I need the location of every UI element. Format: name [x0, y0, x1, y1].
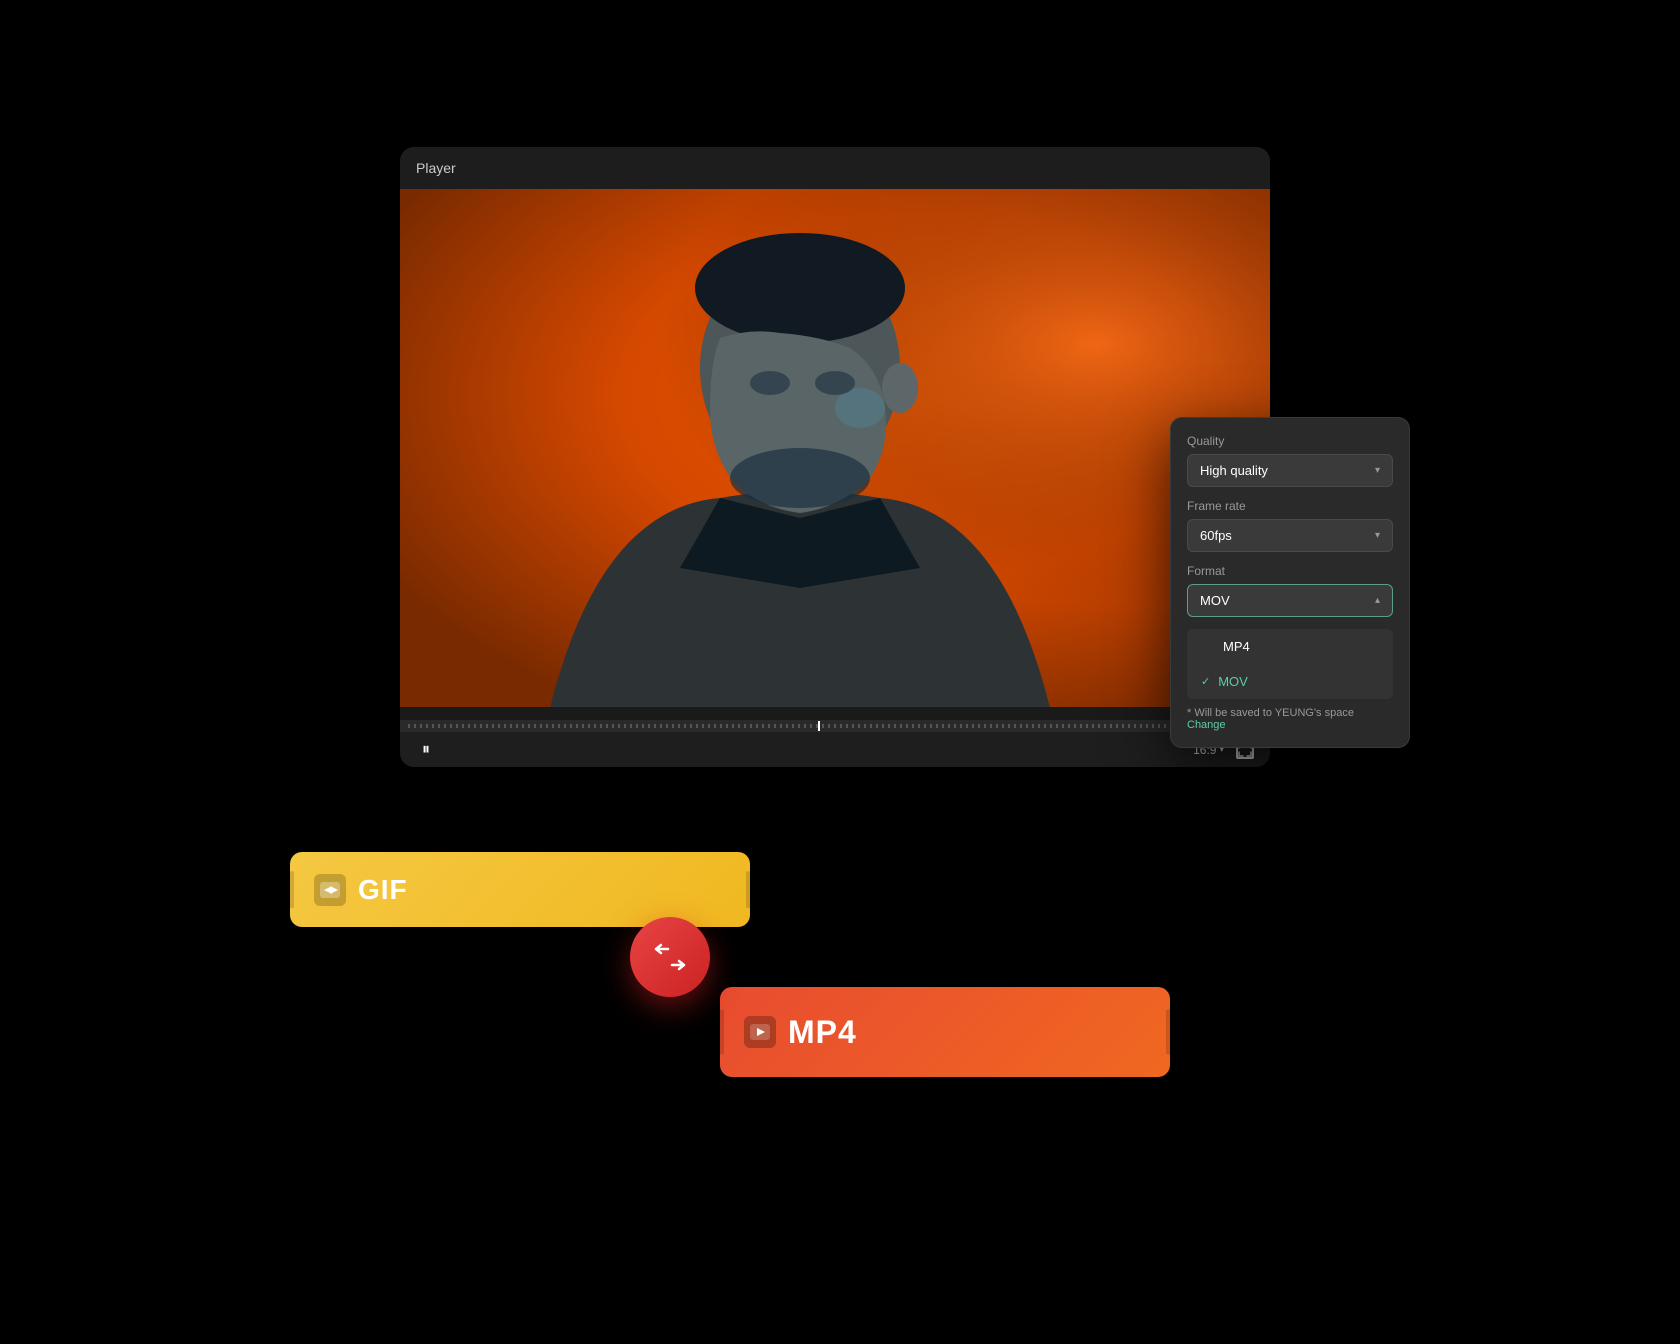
player-title: Player — [416, 160, 456, 176]
quality-chevron-icon: ▾ — [1375, 465, 1380, 476]
convert-button[interactable] — [630, 917, 710, 997]
mp4-badge[interactable]: MP4 — [720, 987, 1170, 1077]
video-content — [400, 189, 1270, 707]
settings-note: * Will be saved to YEUNG's space Change — [1187, 707, 1393, 731]
mp4-label: MP4 — [788, 1014, 857, 1051]
format-chevron-icon: ▴ — [1375, 595, 1380, 606]
pause-button[interactable]: ⏸ — [416, 740, 436, 760]
format-option-mp4[interactable]: MP4 — [1187, 629, 1393, 664]
framerate-chevron-icon: ▾ — [1375, 530, 1380, 541]
framerate-value: 60fps — [1200, 528, 1232, 543]
format-value: MOV — [1200, 593, 1230, 608]
mp4-badge-accent-left — [720, 1010, 724, 1055]
timeline-track[interactable] — [408, 724, 1262, 728]
gif-icon-box — [314, 874, 346, 906]
note-text: * Will be saved to YEUNG's space — [1187, 707, 1354, 719]
player-video — [400, 189, 1270, 707]
quality-dropdown[interactable]: High quality ▾ — [1187, 454, 1393, 487]
settings-panel: Quality High quality ▾ Frame rate 60fps … — [1170, 417, 1410, 748]
mp4-icon-box — [744, 1016, 776, 1048]
player-titlebar: Player — [400, 147, 1270, 189]
framerate-label: Frame rate — [1187, 499, 1393, 513]
quality-label: Quality — [1187, 434, 1393, 448]
gif-badge-accent-right — [746, 871, 750, 909]
format-option-mov[interactable]: ✓ MOV — [1187, 664, 1393, 699]
gif-arrow-icon — [320, 882, 340, 898]
player-controls: ⏸ 16:9 ▾ — [400, 732, 1270, 767]
timeline-indicator — [818, 721, 820, 731]
mov-check-icon: ✓ — [1201, 675, 1210, 688]
mp4-badge-accent-right — [1166, 1010, 1170, 1055]
format-dropdown[interactable]: MOV ▴ — [1187, 584, 1393, 617]
player-timeline[interactable] — [400, 720, 1270, 732]
framerate-dropdown[interactable]: 60fps ▾ — [1187, 519, 1393, 552]
gif-label: GIF — [358, 874, 408, 906]
quality-value: High quality — [1200, 463, 1268, 478]
format-label: Format — [1187, 564, 1393, 578]
mp4-play-icon — [750, 1024, 770, 1040]
mp4-option-label: MP4 — [1223, 639, 1250, 654]
mov-option-label: MOV — [1218, 674, 1248, 689]
gif-badge[interactable]: GIF — [290, 852, 750, 927]
gif-badge-accent-left — [290, 871, 294, 909]
swap-icon — [650, 939, 690, 975]
format-options-list: MP4 ✓ MOV — [1187, 629, 1393, 699]
convert-arrows-icon — [650, 939, 690, 975]
change-link[interactable]: Change — [1187, 719, 1226, 731]
player-window: Player — [400, 147, 1270, 767]
